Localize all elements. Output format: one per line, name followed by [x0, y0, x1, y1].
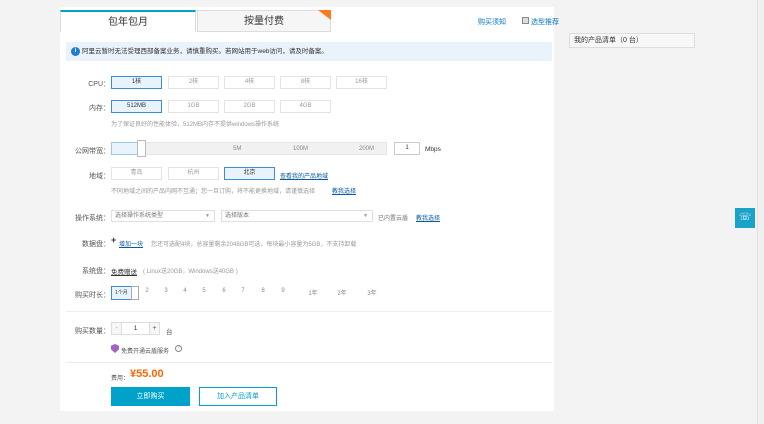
cpu-option-4[interactable]: 4核 [224, 76, 275, 89]
quantity-input[interactable]: 1 [121, 322, 150, 335]
model-guide-link[interactable]: 选型推荐 [531, 17, 559, 27]
price-label: 费用： [111, 376, 130, 382]
region-option-qingdao[interactable]: 青岛 [111, 167, 162, 180]
os-version-value: 选择版本 [225, 213, 250, 219]
systemdisk-hint: ( Linux送20GB，Windows送40GB ) [143, 269, 238, 275]
cpu-label: CPU： [88, 81, 110, 88]
memory-hint: 为了保证良好的性能体验，512MB内存不提供windows操作系统 [111, 122, 280, 128]
duration-option[interactable]: 6 [216, 288, 232, 294]
os-help-link[interactable]: 教我选择 [416, 213, 440, 222]
quantity-unit: 台 [166, 329, 173, 336]
bandwidth-mark-5m: 5M [233, 146, 242, 152]
cpu-option-2[interactable]: 2核 [168, 76, 219, 89]
os-type-value: 选择操作系统类型 [115, 213, 164, 219]
add-to-list-button[interactable]: 加入产品清单 [199, 387, 277, 406]
tab-pay-as-you-go[interactable]: 按量付费 [197, 10, 331, 32]
datadisk-label: 数据盘： [82, 241, 110, 248]
customer-service-icon[interactable]: ☏ [735, 208, 755, 228]
bandwidth-input[interactable]: 1 [394, 142, 420, 155]
bandwidth-mark-100m: 100M [293, 146, 309, 152]
duration-option[interactable]: 7 [235, 288, 251, 294]
region-help-link[interactable]: 教我选择 [332, 186, 356, 195]
datadisk-hint: 您还可选配4块，总容量剩余2048GB可选，每块最小容量为5GB，不支持卸载 [151, 242, 357, 248]
info-icon: i [71, 47, 80, 56]
add-datadisk-link[interactable]: 增加一块 [119, 239, 143, 248]
os-label: 操作系统： [75, 215, 110, 222]
chevron-down-icon: ▼ [363, 213, 368, 219]
cpu-option-1[interactable]: 1核 [111, 76, 162, 89]
divider [66, 311, 552, 312]
product-list-box[interactable]: 我的产品清单（0 台） [569, 33, 695, 48]
bandwidth-slider-fill [111, 142, 139, 155]
quantity-plus-button[interactable]: + [149, 322, 160, 335]
cpu-option-8[interactable]: 8核 [280, 76, 331, 89]
notice-banner: 阿里云暂时无法受理西部备案业务，请慎重购买。若网站用于web访问，请及时备案。 [66, 42, 552, 61]
divider [66, 362, 552, 363]
region-option-hangzhou[interactable]: 杭州 [168, 167, 219, 180]
systemdisk-label: 系统盘： [82, 268, 110, 275]
scrollbar[interactable] [757, 0, 764, 424]
memory-option-1gb[interactable]: 1GB [168, 100, 219, 113]
bandwidth-slider-handle[interactable] [137, 140, 146, 157]
memory-option-512mb[interactable]: 512MB [111, 100, 162, 113]
duration-option[interactable]: 2 [139, 288, 155, 294]
bandwidth-mark-200m: 200M [359, 146, 375, 152]
security-note: 已内置云盾 [378, 216, 409, 222]
duration-option[interactable]: 3年 [363, 288, 381, 297]
duration-option[interactable]: 4 [177, 288, 193, 294]
region-hint: 不同地域之间的产品内网不互通；您一旦订购，将不能更换地域，请谨慎选择 [111, 189, 316, 195]
plus-icon: + [111, 235, 117, 245]
bandwidth-slider-track[interactable] [111, 142, 387, 155]
purchase-notice-link[interactable]: 购买须知 [478, 17, 506, 27]
cpu-option-16[interactable]: 16核 [336, 76, 387, 89]
region-option-beijing[interactable]: 北京 [224, 167, 275, 180]
duration-slider-handle[interactable] [131, 286, 139, 300]
price-value: ¥55.00 [130, 368, 164, 380]
my-region-link[interactable]: 查看我的产品地域 [280, 171, 328, 180]
systemdisk-value: 免费赠送 [111, 269, 137, 276]
duration-option[interactable]: 1年 [304, 288, 322, 297]
os-version-select[interactable]: 选择版本 ▼ [221, 210, 373, 222]
free-service-label: 免费开通云盾服务 [121, 349, 170, 355]
memory-label: 内存： [89, 105, 110, 112]
duration-option[interactable]: 8 [255, 288, 271, 294]
duration-option[interactable]: 3 [158, 288, 174, 294]
chevron-down-icon: ▼ [205, 213, 210, 219]
guide-icon [522, 17, 529, 24]
duration-option[interactable]: 9 [275, 288, 291, 294]
duration-option[interactable]: 5 [196, 288, 212, 294]
buy-now-button[interactable]: 立即购买 [111, 387, 190, 406]
region-label: 地域： [89, 173, 110, 180]
bandwidth-label: 公网带宽： [75, 148, 110, 155]
duration-label: 购买时长： [75, 292, 110, 299]
duration-option[interactable]: 2年 [333, 288, 351, 297]
duration-selected-value: 1个月 [115, 290, 128, 296]
tab-monthly[interactable]: 包年包月 [60, 10, 196, 32]
memory-option-2gb[interactable]: 2GB [224, 100, 275, 113]
bandwidth-unit: Mbps [425, 146, 441, 153]
help-icon[interactable]: ? [175, 345, 182, 352]
quantity-label: 购买数量： [75, 328, 110, 335]
os-type-select[interactable]: 选择操作系统类型 ▼ [111, 210, 215, 222]
memory-option-4gb[interactable]: 4GB [280, 100, 331, 113]
